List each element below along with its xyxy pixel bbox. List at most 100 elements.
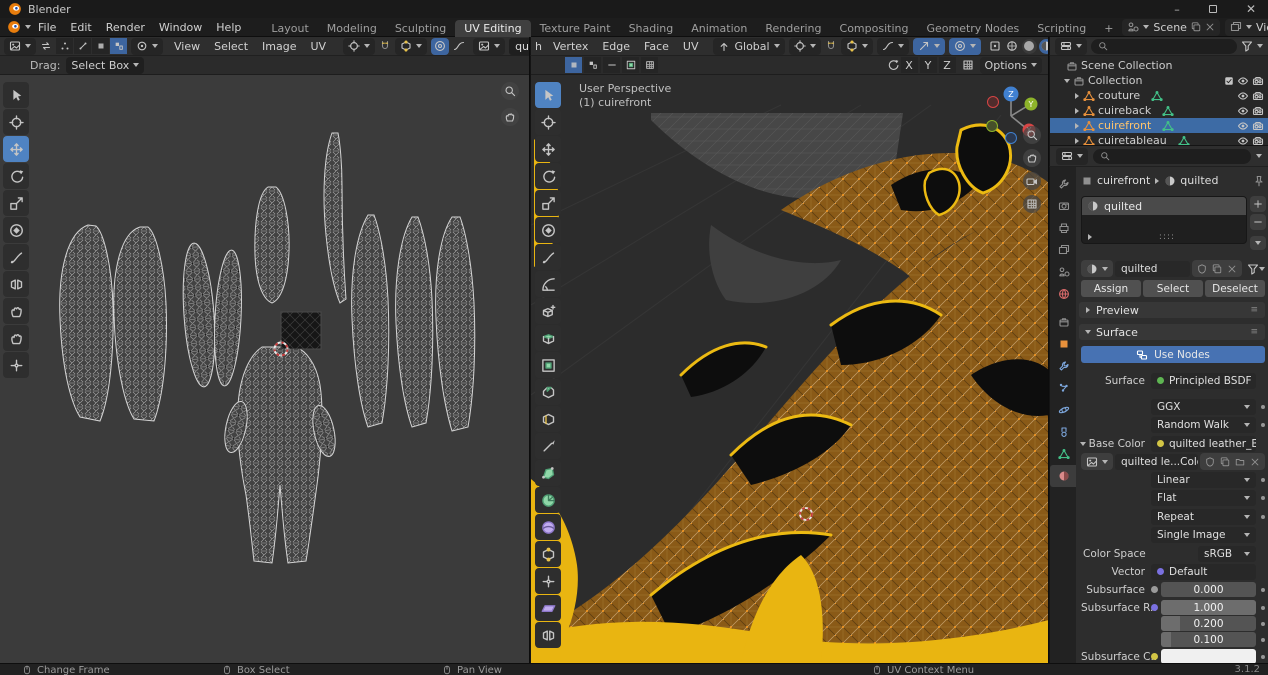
slot-specials-button[interactable] (1250, 236, 1266, 250)
options-dropdown[interactable]: Options (980, 57, 1042, 74)
uv-proportional-toggle[interactable] (431, 38, 449, 55)
tab-output[interactable] (1050, 217, 1077, 239)
viewport-tool-rip-region[interactable] (535, 622, 561, 648)
uv-tool-move[interactable] (3, 136, 29, 162)
tab-view-layer[interactable] (1050, 239, 1077, 261)
select-button[interactable]: Select (1143, 280, 1203, 297)
viewport-pan-button[interactable] (1023, 149, 1041, 167)
object-disclosure[interactable] (1075, 108, 1079, 114)
tab-scene[interactable] (1050, 261, 1077, 283)
workspace-tab-animation[interactable]: Animation (682, 20, 756, 37)
viewlayer-selector[interactable]: ViewLayer (1225, 19, 1268, 36)
extension-anim-dot[interactable] (1261, 515, 1265, 519)
radius-y-slider[interactable]: 0.200 (1161, 616, 1256, 631)
object-disclosure[interactable] (1075, 138, 1079, 144)
viewport-tool-scale[interactable] (535, 190, 561, 216)
material-slot-list[interactable]: quilted :::: (1081, 196, 1247, 244)
shading-material-button[interactable] (1039, 39, 1048, 54)
menu-file[interactable]: File (31, 21, 63, 34)
image-name-field[interactable]: quilted le...Color.png (1115, 454, 1198, 470)
subsurface-color-socket-icon[interactable] (1151, 653, 1158, 660)
collection-render-icon[interactable] (1252, 75, 1264, 87)
viewport-tool-select-box[interactable] (535, 82, 561, 108)
collection-checkbox-icon[interactable] (1224, 76, 1234, 86)
uv-menu-image[interactable]: Image (255, 40, 303, 53)
base-color-button[interactable]: quilted leather_Ba (1151, 436, 1256, 452)
viewport-snap-toggle-icon[interactable] (825, 40, 837, 52)
viewport-snap-active-button[interactable] (913, 38, 945, 55)
tab-tool[interactable] (1050, 173, 1077, 195)
uv-zoom-button[interactable] (501, 82, 519, 100)
tab-material[interactable] (1050, 465, 1077, 487)
fake-user-icon[interactable] (1197, 264, 1207, 274)
deselect-button[interactable]: Deselect (1205, 280, 1265, 297)
viewport-tool-measure[interactable] (535, 271, 561, 297)
radius-z-slider[interactable]: 0.100 (1161, 632, 1256, 647)
select-mode-intersect-button[interactable] (641, 57, 658, 73)
sss-method-dropdown[interactable]: Random Walk (1151, 417, 1256, 433)
uv-image-name[interactable]: quilted leather_BaseColor.pn (509, 38, 529, 55)
collection-hide-icon[interactable] (1237, 75, 1249, 87)
disable-render-icon[interactable] (1252, 120, 1264, 132)
scene-unlink-icon[interactable] (1205, 22, 1215, 32)
object-disclosure[interactable] (1075, 93, 1079, 99)
distribution-anim-dot[interactable] (1261, 405, 1265, 409)
viewport-snap-mode-button[interactable] (841, 38, 873, 55)
uv-canvas[interactable] (0, 75, 529, 663)
mirror-z-button[interactable]: Z (939, 57, 956, 73)
select-mode-invert-button[interactable] (622, 57, 639, 73)
select-mode-extend-button[interactable] (584, 57, 601, 73)
uv-menu-select[interactable]: Select (207, 40, 255, 53)
select-mode-new-button[interactable] (565, 57, 582, 73)
workspace-tab-shading[interactable]: Shading (620, 20, 683, 37)
radius-y-anim-dot[interactable] (1261, 622, 1265, 626)
material-filter-icon[interactable] (1247, 263, 1259, 275)
viewport-tool-transform[interactable] (535, 217, 561, 243)
hide-viewport-icon[interactable] (1237, 105, 1249, 117)
workspace-tab-compositing[interactable]: Compositing (831, 20, 918, 37)
shading-solid-button[interactable] (1022, 39, 1037, 54)
viewport-tool-poly-build[interactable] (535, 460, 561, 486)
tab-physics[interactable] (1050, 399, 1077, 421)
uv-image-browse-button[interactable] (473, 38, 505, 55)
uv-snap-mode-button[interactable] (395, 38, 427, 55)
tab-collection[interactable] (1050, 311, 1077, 333)
unlink-material-icon[interactable] (1227, 264, 1237, 274)
remove-slot-button[interactable] (1250, 214, 1266, 230)
uv-snap-toggle-icon[interactable] (379, 40, 391, 52)
tab-data[interactable] (1050, 443, 1077, 465)
base-color-disclosure[interactable] (1080, 442, 1086, 446)
disable-render-icon[interactable] (1252, 90, 1264, 102)
subsurface-slider[interactable]: 0.000 (1161, 582, 1256, 597)
uv-tool-relax[interactable] (3, 325, 29, 351)
material-slot-item[interactable]: quilted (1082, 197, 1246, 215)
interpolation-anim-dot[interactable] (1261, 478, 1265, 482)
tab-particles[interactable] (1050, 377, 1077, 399)
uv-tool-annotate[interactable] (3, 244, 29, 270)
workspace-tab-uv-editing[interactable]: UV Editing (455, 20, 530, 37)
image-open-icon[interactable] (1235, 457, 1245, 467)
tab-render[interactable] (1050, 195, 1077, 217)
preview-panel-grip[interactable]: ≡ (1250, 305, 1259, 315)
workspace-tab-layout[interactable]: Layout (262, 20, 317, 37)
browse-material-button[interactable] (1081, 260, 1113, 277)
preview-panel-header[interactable]: Preview ≡ (1079, 302, 1265, 318)
disable-render-icon[interactable] (1252, 105, 1264, 117)
workspace-tab-[interactable]: + (1095, 20, 1122, 37)
uv-tool-pinch[interactable] (3, 352, 29, 378)
subsurface-color-swatch[interactable] (1161, 649, 1256, 663)
image-unlink-icon[interactable] (1250, 457, 1260, 467)
workspace-tab-modeling[interactable]: Modeling (318, 20, 386, 37)
menu-render[interactable]: Render (99, 21, 152, 34)
viewport-tool-bevel[interactable] (535, 379, 561, 405)
uv-tool-rip-region[interactable] (3, 271, 29, 297)
outliner-object-cuirefront[interactable]: cuirefront (1050, 118, 1268, 133)
breadcrumb-object[interactable]: cuirefront (1097, 174, 1150, 187)
tab-object[interactable] (1050, 333, 1077, 355)
viewport-tool-rotate[interactable] (535, 163, 561, 189)
workspace-tab-geometry-nodes[interactable]: Geometry Nodes (917, 20, 1028, 37)
uv-tool-2d-cursor[interactable] (3, 109, 29, 135)
assign-button[interactable]: Assign (1081, 280, 1141, 297)
gizmos-toggle-icon[interactable] (989, 40, 1001, 52)
blender-menu-icon[interactable] (7, 20, 21, 34)
